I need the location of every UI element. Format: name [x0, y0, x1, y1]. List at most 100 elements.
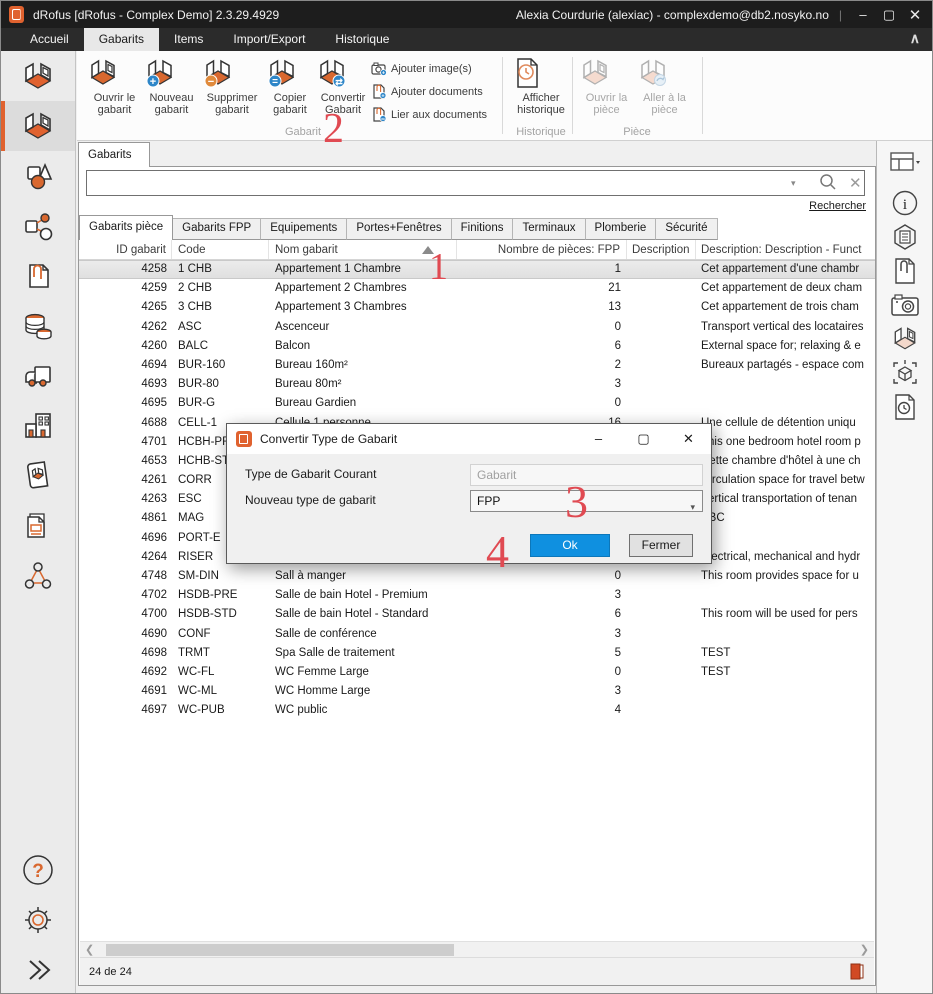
history-panel-button[interactable] — [877, 390, 932, 424]
table-row[interactable]: 4697 WC-PUB WC public 4 — [79, 701, 875, 720]
cell-nombre-pieces: 3 — [457, 586, 627, 605]
model-select-panel-button[interactable] — [877, 356, 932, 390]
cell-code: 3 CHB — [172, 298, 269, 317]
supprimer-gabarit-button[interactable]: − Supprimer gabarit — [201, 56, 263, 126]
tab-terminaux[interactable]: Terminaux — [512, 218, 585, 240]
category-tabs: Gabarits pièceGabarits FPPEquipementsPor… — [79, 215, 717, 240]
copier-gabarit-button[interactable]: = Copier gabarit — [265, 56, 315, 126]
tab-equipements[interactable]: Equipements — [260, 218, 347, 240]
sidebar-item-buildings[interactable] — [1, 401, 75, 451]
sidebar-item-help[interactable]: ? — [1, 845, 75, 895]
tab-gabarits-fpp[interactable]: Gabarits FPP — [172, 218, 261, 240]
table-row[interactable]: 4700 HSDB-STD Salle de bain Hotel - Stan… — [79, 605, 875, 624]
cell-id-gabarit: 4259 — [87, 279, 172, 298]
sidebar-item-products[interactable] — [1, 201, 75, 251]
fermer-button[interactable]: Fermer — [629, 534, 693, 557]
table-row[interactable]: 4265 3 CHB Appartement 3 Chambres 13 Cet… — [79, 298, 875, 317]
dialog-maximize-button[interactable]: ▢ — [621, 431, 666, 447]
svg-text:i: i — [902, 197, 906, 213]
scroll-left-icon[interactable]: ❮ — [85, 943, 94, 956]
column-header-description[interactable]: Description — [627, 240, 696, 259]
menu-item-accueil[interactable]: Accueil — [15, 28, 84, 51]
tab-portes-fen-tres[interactable]: Portes+Fenêtres — [346, 218, 451, 240]
tab-plomberie[interactable]: Plomberie — [585, 218, 657, 240]
dialog-minimize-button[interactable]: – — [576, 431, 621, 447]
room-3d-panel-button[interactable] — [877, 322, 932, 356]
attachments-panel-button[interactable] — [877, 254, 932, 288]
table-row[interactable]: 4695 BUR-G Bureau Gardien 0 — [79, 394, 875, 413]
table-row[interactable]: 4692 WC-FL WC Femme Large 0 TEST — [79, 663, 875, 682]
sidebar-item-logistics[interactable] — [1, 351, 75, 401]
tab-finitions[interactable]: Finitions — [451, 218, 514, 240]
cell-description — [627, 663, 696, 682]
cell-code: WC-FL — [172, 663, 269, 682]
table-row[interactable]: 4690 CONF Salle de conférence 3 — [79, 625, 875, 644]
sidebar-item-settings[interactable] — [1, 895, 75, 945]
table-row[interactable]: 4693 BUR-80 Bureau 80m² 3 — [79, 375, 875, 394]
close-button[interactable]: ✕ — [902, 6, 928, 24]
sidebar-item-expand[interactable] — [1, 945, 75, 994]
ok-button[interactable]: Ok — [530, 534, 610, 557]
table-row[interactable]: 4262 ASC Ascenceur 0 Transport vertical … — [79, 318, 875, 337]
table-row[interactable]: 4698 TRMT Spa Salle de traitement 5 TEST — [79, 644, 875, 663]
column-header-nombre-pieces[interactable]: Nombre de pièces: FPP — [457, 240, 627, 259]
minimize-button[interactable]: – — [850, 7, 876, 22]
sidebar-item-catalog[interactable] — [1, 451, 75, 501]
info-panel-button[interactable]: i — [877, 186, 932, 220]
lier-documents-button[interactable]: ∞ Lier aux documents — [371, 105, 521, 124]
classification-panel-button[interactable] — [877, 220, 932, 254]
scroll-right-icon[interactable]: ❯ — [860, 943, 869, 956]
table-row[interactable]: 4694 BUR-160 Bureau 160m² 2 Bureaux part… — [79, 356, 875, 375]
tab-s-curit-[interactable]: Sécurité — [655, 218, 717, 240]
table-header: ID gabarit Code Nom gabarit Nombre de pi… — [79, 240, 875, 260]
rechercher-link[interactable]: Rechercher — [809, 200, 866, 212]
cell-nombre-pieces: 3 — [457, 682, 627, 701]
document-tab-gabarits[interactable]: Gabarits — [78, 142, 150, 167]
expand-icon — [22, 958, 54, 982]
table-row[interactable]: 4260 BALC Balcon 6 External space for; r… — [79, 337, 875, 356]
ouvrir-gabarit-button[interactable]: Ouvrir le gabarit — [86, 56, 143, 126]
sidebar-item-documents[interactable] — [1, 251, 75, 301]
clear-search-icon[interactable]: ✕ — [849, 174, 862, 192]
search-icon[interactable] — [819, 173, 837, 191]
tab-gabarits-pi-ce[interactable]: Gabarits pièce — [79, 215, 173, 240]
menu-item-items[interactable]: Items — [159, 28, 218, 51]
table-row[interactable]: 4748 SM-DIN Sall à manger 0 This room pr… — [79, 567, 875, 586]
ajouter-documents-button[interactable]: + Ajouter documents — [371, 82, 521, 101]
scrollbar-thumb[interactable] — [106, 944, 454, 956]
column-header-id-gabarit[interactable]: ID gabarit — [87, 240, 172, 259]
cell-id-gabarit: 4691 — [87, 682, 172, 701]
table-row[interactable]: 4691 WC-ML WC Homme Large 3 — [79, 682, 875, 701]
nouveau-gabarit-button[interactable]: + Nouveau gabarit — [143, 56, 200, 126]
cell-nombre-pieces: 3 — [457, 625, 627, 644]
rooms-icon — [21, 59, 55, 93]
sidebar-item-reports[interactable] — [1, 501, 75, 551]
table-row[interactable]: 4259 2 CHB Appartement 2 Chambres 21 Cet… — [79, 279, 875, 298]
ouvrir-piece-button[interactable]: Ouvrir la pièce — [578, 56, 635, 126]
column-header-description-funct[interactable]: Description: Description - Funct — [696, 240, 875, 259]
aller-piece-button[interactable]: Aller à la pièce — [636, 56, 693, 126]
sidebar-item-network[interactable] — [1, 551, 75, 601]
ribbon-collapse-icon[interactable]: ∧ — [910, 28, 920, 51]
sidebar-item-items[interactable] — [1, 151, 75, 201]
sidebar-item-gabarits[interactable] — [1, 101, 75, 151]
dialog-close-button[interactable]: ✕ — [666, 431, 711, 447]
column-header-code[interactable]: Code — [172, 240, 269, 259]
search-input[interactable] — [86, 170, 865, 196]
images-panel-button[interactable] — [877, 288, 932, 322]
menu-item-historique[interactable]: Historique — [320, 28, 404, 51]
table-row[interactable]: 4702 HSDB-PRE Salle de bain Hotel - Prem… — [79, 586, 875, 605]
search-history-caret-icon[interactable]: ▾ — [791, 178, 796, 189]
cell-description-funct: Cet appartement de deux cham — [696, 279, 875, 298]
layout-panel-button[interactable] — [877, 146, 932, 180]
menu-item-gabarits[interactable]: Gabarits — [84, 28, 159, 51]
log-book-icon[interactable] — [850, 963, 864, 980]
afficher-historique-button[interactable]: Afficher historique — [511, 56, 571, 126]
maximize-button[interactable]: ▢ — [876, 7, 902, 23]
sidebar-item-finance[interactable] — [1, 301, 75, 351]
ajouter-images-button[interactable]: + Ajouter image(s) — [371, 59, 521, 78]
menu-item-import-export[interactable]: Import/Export — [218, 28, 320, 51]
horizontal-scrollbar[interactable]: ❮ ❯ — [80, 941, 874, 957]
sidebar-item-rooms[interactable] — [1, 51, 75, 101]
table-row[interactable]: 4258 1 CHB Appartement 1 Chambre 1 Cet a… — [79, 260, 875, 279]
